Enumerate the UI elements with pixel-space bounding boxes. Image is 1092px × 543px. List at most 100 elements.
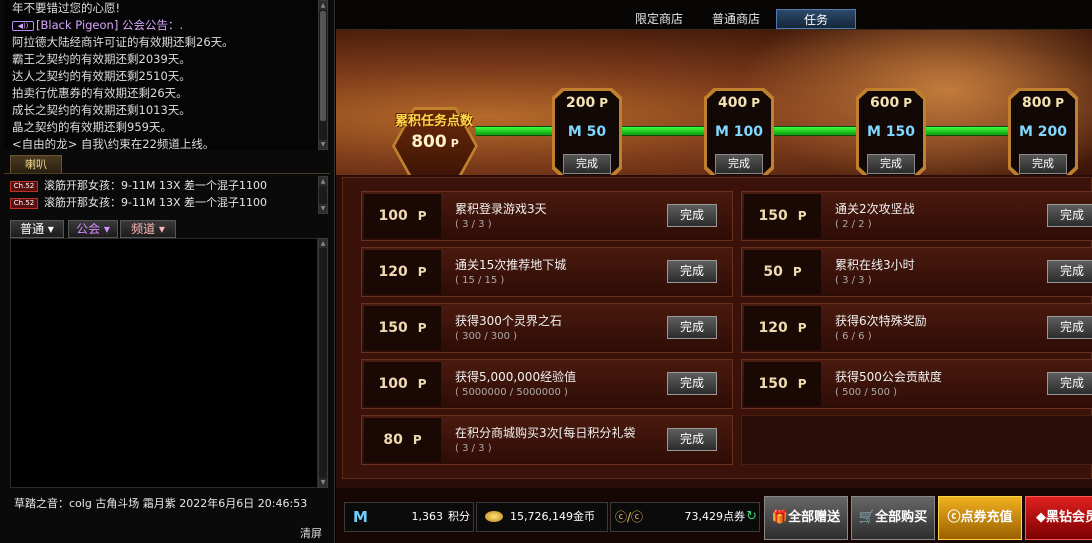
horn-scrollbar[interactable]: ▲ ▼ bbox=[318, 176, 328, 214]
chat-tab[interactable]: 公会 ▾ bbox=[68, 220, 118, 238]
progress-track bbox=[924, 126, 1012, 136]
nav-tab[interactable]: 任务 bbox=[776, 9, 856, 29]
horn-messages: Ch.52 滚筋开那女孩：9-11M 13X 差一个混子1100 Ch.52 滚筋开那… bbox=[10, 177, 316, 214]
milestone-complete-button[interactable]: 完成 bbox=[1019, 154, 1067, 174]
cart-icon: 🛒 bbox=[858, 510, 876, 525]
task-points: 150 P bbox=[744, 362, 821, 406]
gift-icon: 🎁 bbox=[771, 510, 789, 525]
milestone: 200 P M 50 完成 bbox=[552, 88, 622, 175]
task-card: 120 P 获得6次特殊奖励 ( 6 / 6 ) 完成 bbox=[741, 303, 1092, 353]
clear-screen-button[interactable]: 清屏 bbox=[300, 525, 322, 541]
shop-panel: 限定商店 普通商店 任务 累积任务点数 800 P 200 P M 50 完成 400 P M 1… bbox=[336, 0, 1092, 543]
chat-input-area[interactable] bbox=[10, 238, 318, 488]
task-points: 80 P bbox=[364, 418, 441, 462]
diamond-icon: ◆ bbox=[1035, 510, 1046, 525]
chat-log-line: 阿拉德大陆经商许可证的有效期还剩26天。 bbox=[12, 35, 234, 49]
task-complete-button[interactable]: 完成 bbox=[1047, 372, 1092, 395]
milestone-reward: M 150 bbox=[866, 124, 916, 140]
milestone-points: 600 P bbox=[869, 95, 913, 111]
task-progress: ( 500 / 500 ) bbox=[835, 387, 898, 398]
task-card: 100 P 获得5,000,000经验值 ( 5000000 / 5000000 ) 完… bbox=[361, 359, 733, 409]
buy-all-button[interactable]: 🛒全部购买 bbox=[851, 496, 935, 540]
chat-log: 年不要错过您的心愿! ◀)) [Black Pigeon] 公会公告：. 阿拉德大陆经… bbox=[4, 0, 318, 150]
tab-horn[interactable]: 喇叭 bbox=[10, 155, 62, 173]
progress-track bbox=[772, 126, 860, 136]
task-progress: ( 15 / 15 ) bbox=[455, 275, 505, 286]
nav-tab[interactable]: 普通商店 bbox=[704, 9, 768, 29]
task-card: 100 P 累积登录游戏3天 ( 3 / 3 ) 完成 bbox=[361, 191, 733, 241]
task-card: 120 P 通关15次推荐地下城 ( 15 / 15 ) 完成 bbox=[361, 247, 733, 297]
nav-tab[interactable]: 限定商店 bbox=[624, 9, 694, 29]
milestone-complete-button[interactable]: 完成 bbox=[563, 154, 611, 174]
chat-log-line: 达人之契约的有效期还剩2510天。 bbox=[12, 69, 191, 83]
progress-track bbox=[620, 126, 708, 136]
chat-log-line: <自由的龙> 自我\约束在22频道上线。 bbox=[12, 137, 215, 150]
task-complete-button[interactable]: 完成 bbox=[1047, 204, 1092, 227]
task-points: 120 P bbox=[744, 306, 821, 350]
task-points: 120 P bbox=[364, 250, 441, 294]
black-diamond-button[interactable]: ◆黑钻会员 bbox=[1025, 496, 1092, 540]
milestone-points: 400 P bbox=[717, 95, 761, 111]
chat-panel: 年不要错过您的心愿! ◀)) [Black Pigeon] 公会公告：. 阿拉德大陆经… bbox=[0, 0, 335, 543]
shop-nav: 限定商店 普通商店 任务 bbox=[336, 0, 1092, 30]
task-points: 150 P bbox=[364, 306, 441, 350]
task-card: 50 P 累积在线3小时 ( 3 / 3 ) 完成 bbox=[741, 247, 1092, 297]
task-complete-button[interactable]: 完成 bbox=[667, 372, 717, 395]
chat-tab[interactable]: 频道 ▾ bbox=[120, 220, 176, 238]
gold-value: 15,726,149金币 bbox=[510, 510, 595, 523]
milestone-reward: M 50 bbox=[567, 124, 607, 140]
milestone-complete-button[interactable]: 完成 bbox=[715, 154, 763, 174]
horn-message: Ch.52 滚筋开那女孩：9-11M 13X 差一个混子1100 bbox=[10, 177, 316, 194]
chat-log-scrollbar[interactable]: ▲ ▼ bbox=[318, 0, 328, 150]
chat-log-line: 晶之契约的有效期还剩959天。 bbox=[12, 120, 172, 134]
task-complete-button[interactable]: 完成 bbox=[1047, 260, 1092, 283]
gold-display: 15,726,149金币 bbox=[476, 502, 608, 532]
task-complete-button[interactable]: 完成 bbox=[667, 316, 717, 339]
task-progress: ( 3 / 3 ) bbox=[455, 443, 492, 454]
recharge-button[interactable]: ⓒ点券充值 bbox=[938, 496, 1022, 540]
task-points: 100 P bbox=[364, 362, 441, 406]
task-progress: ( 300 / 300 ) bbox=[455, 331, 518, 342]
speaker-icon: ◀)) bbox=[12, 21, 34, 31]
points-display: M 1,363 积分 bbox=[344, 502, 474, 532]
task-complete-button[interactable]: 完成 bbox=[1047, 316, 1092, 339]
milestone-reward: M 100 bbox=[714, 124, 764, 140]
task-points: 50 P bbox=[744, 250, 821, 294]
task-points: 100 P bbox=[364, 194, 441, 238]
task-progress: ( 5000000 / 5000000 ) bbox=[455, 387, 568, 398]
chat-tab[interactable]: 普通 ▾ bbox=[10, 220, 64, 238]
milestone: 400 P M 100 完成 bbox=[704, 88, 774, 175]
total-points-label: 累积任务点数 bbox=[394, 114, 473, 129]
task-progress: ( 2 / 2 ) bbox=[835, 219, 872, 230]
chat-scrollbar[interactable]: ▲ ▼ bbox=[318, 238, 328, 488]
horn-message: Ch.52 滚筋开那女孩：9-11M 13X 差一个混子1100 bbox=[10, 194, 316, 211]
chat-log-line: 拍卖行优惠券的有效期还剩26天。 bbox=[12, 86, 188, 100]
coupon-small-icon: ⓒ bbox=[947, 510, 961, 525]
gift-all-button[interactable]: 🎁全部赠送 bbox=[764, 496, 848, 540]
refresh-icon[interactable]: ↻ bbox=[746, 503, 757, 531]
task-card: 150 P 通关2次攻坚战 ( 2 / 2 ) 完成 bbox=[741, 191, 1092, 241]
coupon-display: ⓒ/ⓒ 73,429点券 ↻ bbox=[610, 502, 760, 532]
task-card: 80 P 在积分商城购买3次[每日积分礼袋 ( 3 / 3 ) 完成 bbox=[361, 415, 733, 465]
m-icon: M bbox=[353, 508, 368, 526]
task-complete-button[interactable]: 完成 bbox=[667, 428, 717, 451]
task-points: 150 P bbox=[744, 194, 821, 238]
task-progress: ( 3 / 3 ) bbox=[455, 219, 492, 230]
task-name: 获得6次特殊奖励 bbox=[835, 314, 927, 328]
task-name: 在积分商城购买3次[每日积分礼袋 bbox=[455, 426, 636, 440]
total-points-value: 800 P bbox=[411, 132, 459, 152]
channel-badge: Ch.52 bbox=[10, 181, 38, 192]
task-name: 获得300个灵界之石 bbox=[455, 314, 562, 328]
milestone-reward: M 200 bbox=[1018, 124, 1068, 140]
task-name: 获得5,000,000经验值 bbox=[455, 370, 577, 384]
chat-log-line: ◀)) [Black Pigeon] 公会公告：. bbox=[12, 17, 318, 34]
horn-divider bbox=[4, 173, 330, 174]
milestone: 800 P M 200 完成 bbox=[1008, 88, 1078, 175]
task-complete-button[interactable]: 完成 bbox=[667, 260, 717, 283]
milestone: 600 P M 150 完成 bbox=[856, 88, 926, 175]
milestone-complete-button[interactable]: 完成 bbox=[867, 154, 915, 174]
bottom-bar: M 1,363 积分 15,726,149金币 ⓒ/ⓒ 73,429点券 ↻ 🎁… bbox=[336, 488, 1092, 543]
task-complete-button[interactable]: 完成 bbox=[667, 204, 717, 227]
task-list: 100 P 累积登录游戏3天 ( 3 / 3 ) 完成 150 P 通关2次攻坚战 ( 2 / … bbox=[342, 177, 1092, 479]
chat-log-line: 霸王之契约的有效期还剩2039天。 bbox=[12, 52, 191, 66]
